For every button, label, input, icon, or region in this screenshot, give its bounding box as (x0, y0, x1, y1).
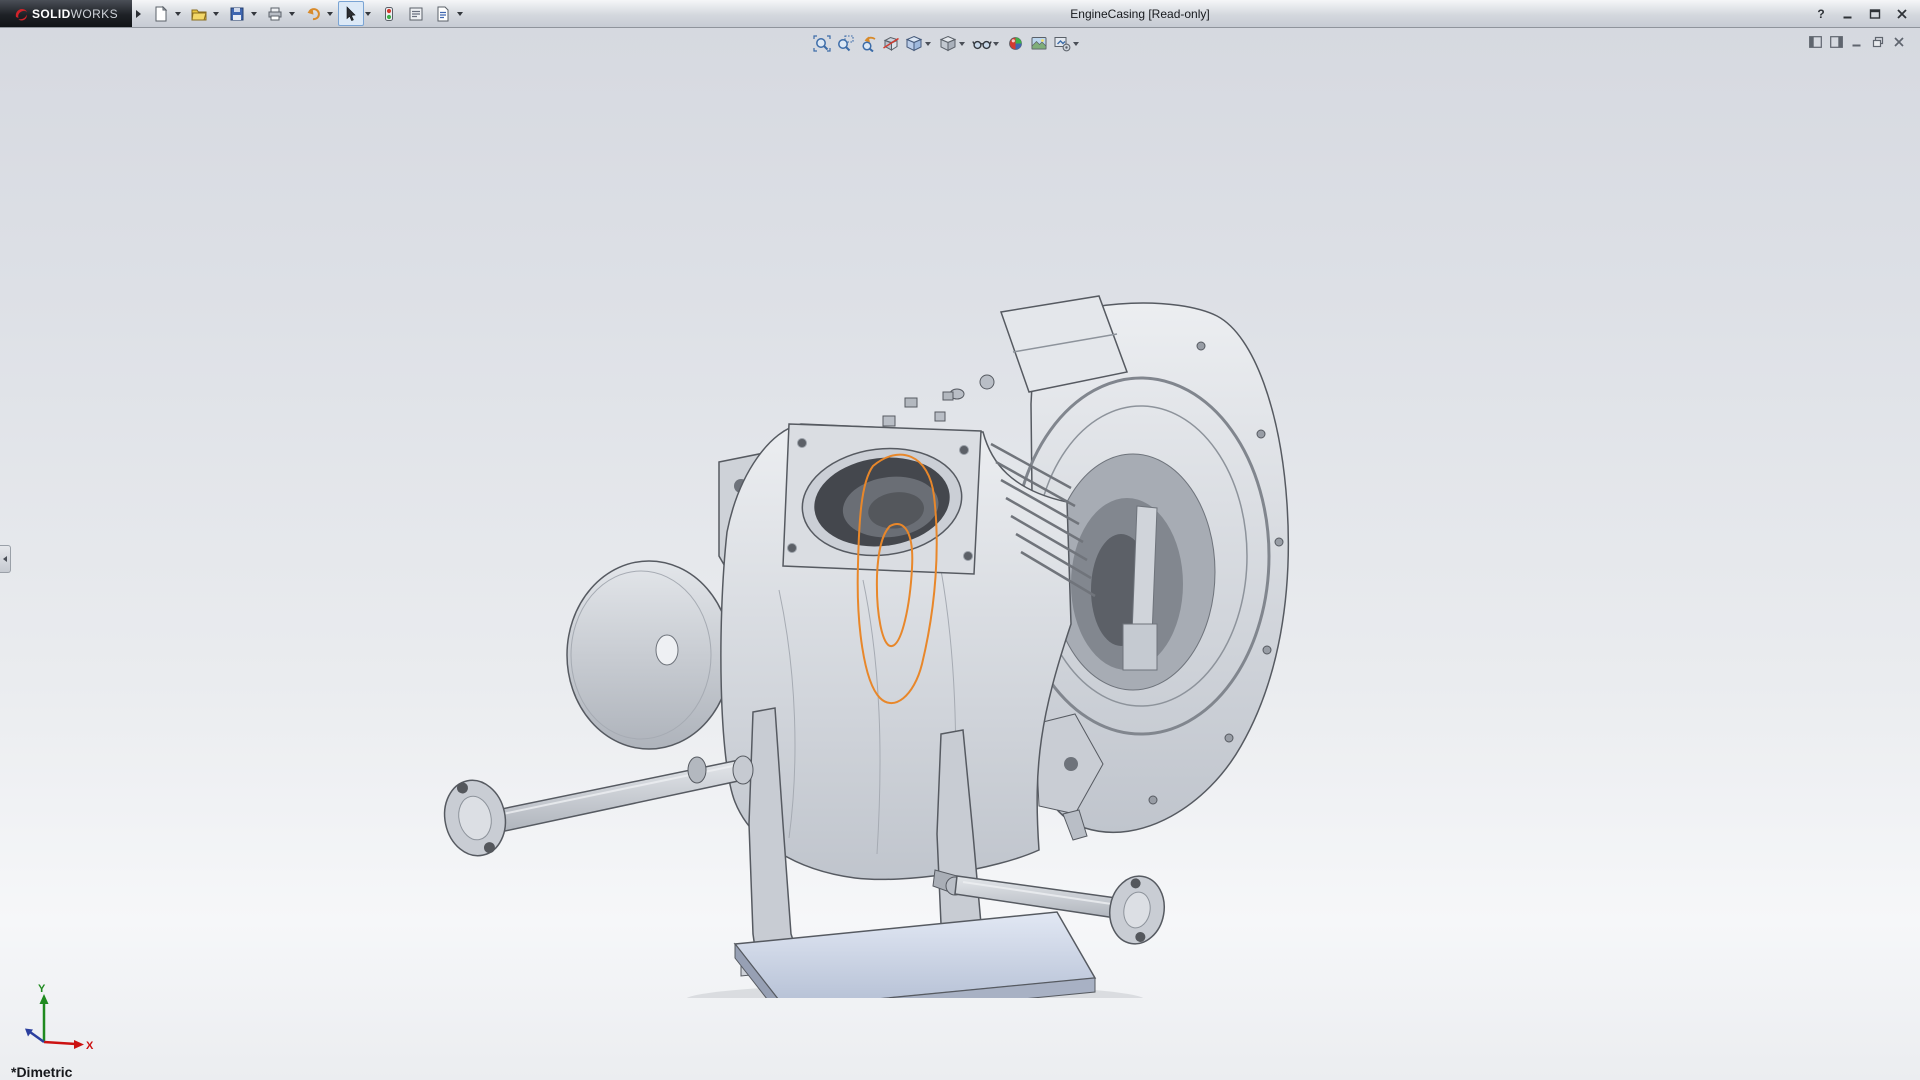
reference-triad: Y X (18, 980, 98, 1060)
zoom-to-fit-button[interactable] (810, 33, 833, 54)
zoom-to-area-button[interactable] (833, 33, 856, 54)
undo-button[interactable] (300, 1, 326, 26)
document-window-controls (1808, 35, 1906, 48)
minimize-button[interactable] (1840, 6, 1856, 22)
options-button[interactable] (403, 1, 429, 26)
select-dropdown[interactable] (365, 12, 371, 16)
main-toolbar (147, 1, 467, 26)
view-orientation-cube-icon (905, 35, 923, 52)
solidworks-logo: SOLIDWORKS (0, 0, 132, 27)
doc-restore-icon (1872, 36, 1884, 48)
help-button[interactable]: ? (1813, 6, 1829, 22)
apply-scene-icon (1030, 35, 1048, 52)
doc-close-icon (1893, 36, 1905, 48)
hide-show-items-button[interactable] (970, 33, 993, 54)
hide-show-glasses-icon (972, 35, 992, 52)
print-icon (267, 6, 283, 22)
save-floppy-icon (229, 6, 245, 22)
maximize-button[interactable] (1867, 6, 1883, 22)
feature-pane-left-button[interactable] (1808, 35, 1822, 48)
close-button[interactable] (1894, 6, 1910, 22)
chevron-left-icon (3, 556, 7, 562)
ds-swirl-icon (14, 7, 28, 21)
display-style-button[interactable] (936, 33, 959, 54)
document-minimize-button[interactable] (1850, 35, 1864, 48)
document-close-button[interactable] (1892, 35, 1906, 48)
new-document-dropdown[interactable] (175, 12, 181, 16)
logo-text: SOLIDWORKS (32, 7, 118, 21)
triad-y-label: Y (38, 983, 46, 995)
window-title: EngineCasing [Read-only] (1070, 7, 1209, 21)
section-view-button[interactable] (879, 33, 902, 54)
doc-minimize-icon (1851, 36, 1863, 48)
hide-show-items-dropdown[interactable] (993, 42, 999, 46)
window-controls: ? (1813, 0, 1910, 27)
pane-left-icon (1809, 36, 1822, 48)
rebuild-button[interactable] (376, 1, 402, 26)
zoom-to-area-icon (836, 35, 854, 52)
left-end-cover (567, 561, 731, 749)
feature-manager-collapsed-tab[interactable] (0, 545, 11, 573)
save-dropdown[interactable] (251, 12, 257, 16)
title-bar: SOLIDWORKS (0, 0, 1920, 28)
new-document-icon (153, 6, 169, 22)
feature-pane-right-button[interactable] (1829, 35, 1843, 48)
zoom-to-fit-icon (813, 35, 831, 52)
apply-scene-button[interactable] (1027, 33, 1050, 54)
view-orientation-button[interactable] (902, 33, 925, 54)
rebuild-traffic-light-icon (381, 6, 397, 22)
print-dropdown[interactable] (289, 12, 295, 16)
view-settings-button[interactable] (1050, 33, 1073, 54)
view-settings-dropdown[interactable] (1073, 42, 1079, 46)
triad-x-label: X (86, 1040, 94, 1052)
view-settings-icon (1053, 35, 1071, 52)
save-button[interactable] (224, 1, 250, 26)
file-properties-dropdown[interactable] (457, 12, 463, 16)
close-icon (1896, 8, 1908, 20)
maximize-icon (1869, 8, 1881, 20)
display-style-cube-icon (939, 35, 957, 52)
open-folder-icon (191, 6, 207, 22)
pane-right-icon (1830, 36, 1843, 48)
open-dropdown[interactable] (213, 12, 219, 16)
previous-view-button[interactable] (856, 33, 879, 54)
help-glyph: ? (1817, 7, 1824, 21)
view-orientation-label: *Dimetric (11, 1064, 72, 1080)
section-view-icon (882, 35, 900, 52)
engine-casing-3d-model (435, 294, 1292, 998)
left-support-rod (438, 756, 753, 861)
file-properties-button[interactable] (430, 1, 456, 26)
previous-view-icon (859, 35, 877, 52)
view-orientation-dropdown[interactable] (925, 42, 931, 46)
edit-appearance-sphere-icon (1007, 35, 1024, 52)
select-cursor-icon (343, 6, 359, 22)
minimize-icon (1842, 8, 1854, 20)
print-button[interactable] (262, 1, 288, 26)
file-properties-icon (435, 6, 451, 22)
toolbar-expand-arrow[interactable] (136, 10, 141, 18)
head-flange (783, 412, 981, 574)
heads-up-view-toolbar (810, 33, 1084, 54)
options-list-icon (408, 6, 424, 22)
graphics-viewport[interactable]: Y X *Dimetric (0, 27, 1920, 1080)
open-button[interactable] (186, 1, 212, 26)
display-style-dropdown[interactable] (959, 42, 965, 46)
edit-appearance-button[interactable] (1004, 33, 1027, 54)
document-restore-button[interactable] (1871, 35, 1885, 48)
select-tool-button[interactable] (338, 1, 364, 26)
new-document-button[interactable] (148, 1, 174, 26)
undo-arrow-icon (305, 6, 321, 22)
undo-dropdown[interactable] (327, 12, 333, 16)
